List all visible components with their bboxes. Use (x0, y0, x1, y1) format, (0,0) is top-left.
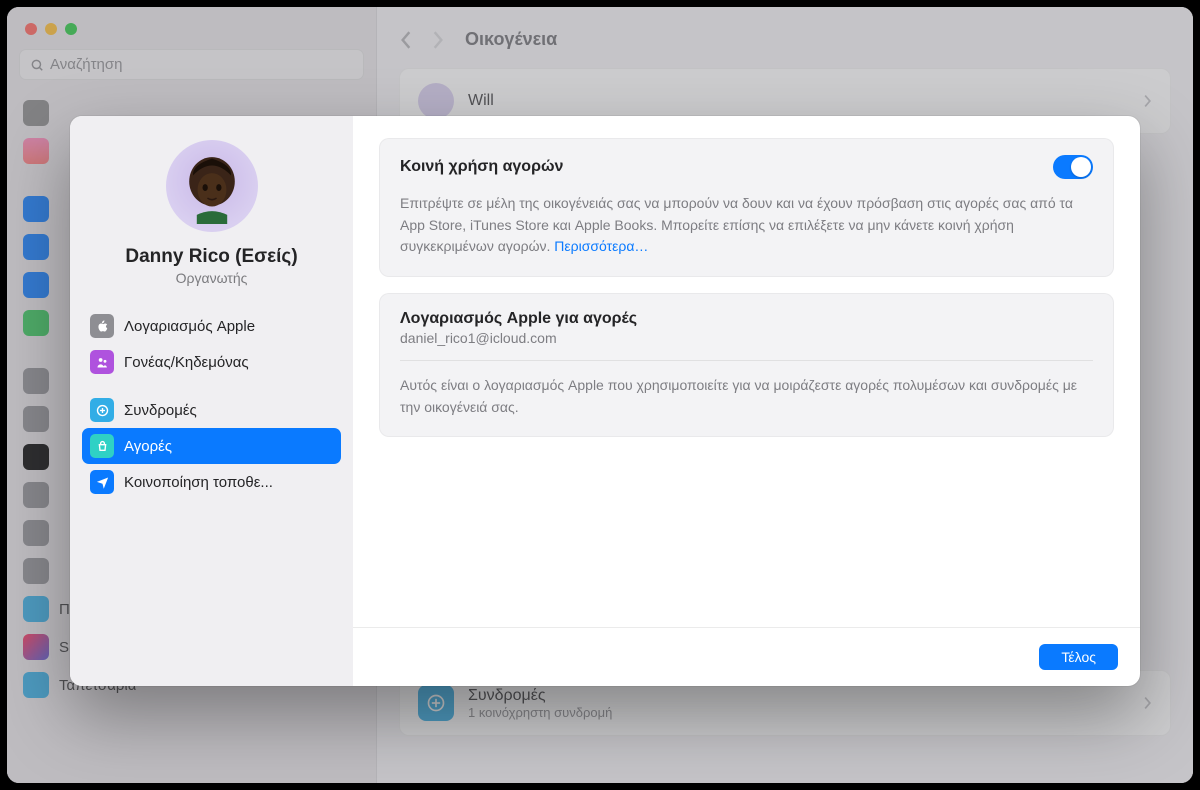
purchase-sharing-description: Επιτρέψτε σε μέλη της οικογένειάς σας να… (400, 193, 1093, 258)
nav-label: Γονέας/Κηδεμόνας (124, 354, 249, 371)
nav-label: Αγορές (124, 438, 172, 455)
purchase-account-title: Λογαριασμός Apple για αγορές (400, 310, 1093, 328)
purchase-sharing-pane: Κοινή χρήση αγορών Επιτρέψτε σε μέλη της… (379, 138, 1114, 277)
purchase-sharing-toggle[interactable] (1053, 155, 1093, 179)
purchase-account-description: Αυτός είναι ο λογαριασμός Apple που χρησ… (400, 375, 1093, 418)
more-link[interactable]: Περισσότερα… (554, 238, 648, 254)
nav-purchases[interactable]: Αγορές (82, 428, 341, 464)
desc-text: Επιτρέψτε σε μέλη της οικογένειάς σας να… (400, 195, 1073, 254)
family-icon (90, 350, 114, 374)
apple-icon (90, 314, 114, 338)
done-button[interactable]: Τέλος (1039, 644, 1118, 670)
purchase-account-pane: Λογαριασμός Apple για αγορές daniel_rico… (379, 293, 1114, 437)
location-icon (90, 470, 114, 494)
modal-footer: Τέλος (353, 627, 1140, 686)
family-member-modal: Danny Rico (Εσείς) Οργανωτής Λογαριασμός… (70, 116, 1140, 686)
user-role: Οργανωτής (176, 270, 248, 286)
user-name: Danny Rico (Εσείς) (125, 246, 297, 268)
nav-subscriptions[interactable]: Συνδρομές (82, 392, 341, 428)
divider (400, 360, 1093, 361)
user-avatar (166, 140, 258, 232)
purchase-sharing-title: Κοινή χρήση αγορών (400, 158, 563, 176)
nav-label: Κοινοποίηση τοποθε... (124, 474, 273, 491)
nav-label: Λογαριασμός Apple (124, 318, 255, 335)
nav-label: Συνδρομές (124, 402, 197, 419)
nav-apple-account[interactable]: Λογαριασμός Apple (82, 308, 341, 344)
memoji-icon (174, 148, 250, 224)
nav-parent-guardian[interactable]: Γονέας/Κηδεμόνας (82, 344, 341, 380)
modal-content: Κοινή χρήση αγορών Επιτρέψτε σε μέλη της… (353, 116, 1140, 686)
subscriptions-icon (90, 398, 114, 422)
nav-location-sharing[interactable]: Κοινοποίηση τοποθε... (82, 464, 341, 500)
purchases-icon (90, 434, 114, 458)
modal-sidebar: Danny Rico (Εσείς) Οργανωτής Λογαριασμός… (70, 116, 353, 686)
purchase-account-email: daniel_rico1@icloud.com (400, 330, 1093, 346)
